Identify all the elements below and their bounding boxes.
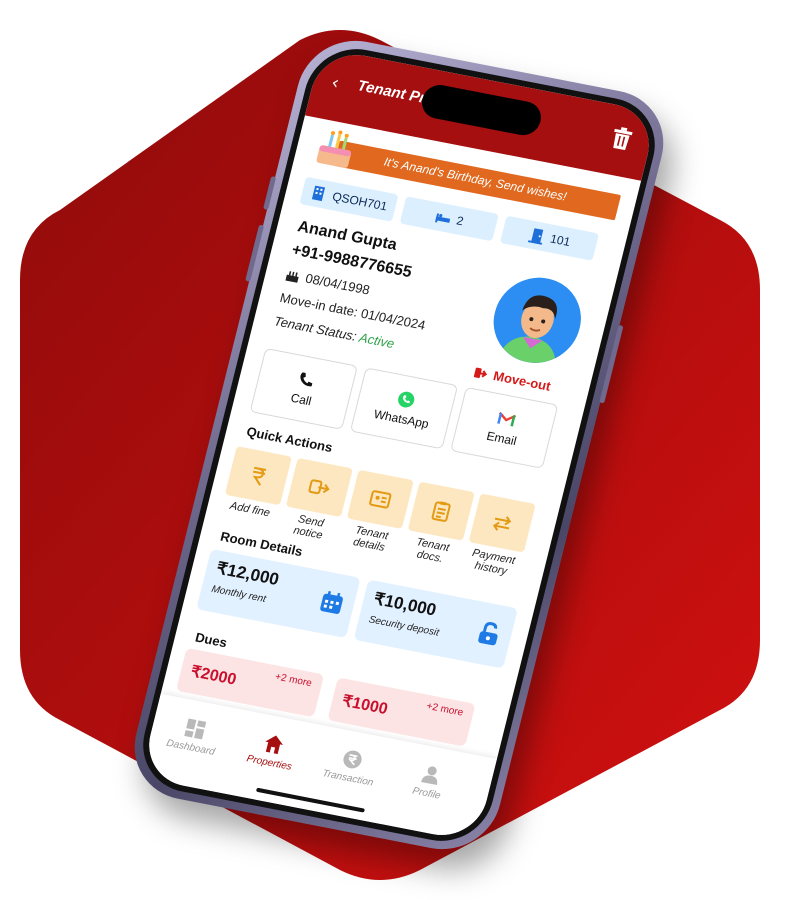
chip-label: QSOH701 (330, 189, 389, 214)
quick-action-label: Payment history (470, 547, 517, 578)
quick-action-tile (346, 469, 414, 529)
dashboard-icon (184, 718, 207, 740)
send-icon (308, 479, 330, 495)
whatsapp-icon (398, 391, 415, 408)
avatar (484, 270, 590, 371)
building-icon (312, 185, 326, 202)
chip-beds: 2 (399, 196, 499, 242)
id-card-icon (369, 490, 392, 509)
home-icon (265, 735, 283, 755)
whatsapp-button[interactable]: WhatsApp (349, 367, 459, 450)
security-deposit-card[interactable]: ₹10,000 Security deposit (353, 579, 518, 669)
gmail-icon (497, 411, 517, 427)
move-out-label: Move-out (491, 368, 553, 394)
email-button[interactable]: Email (450, 386, 559, 469)
nav-label: Properties (245, 753, 293, 773)
email-label: Email (485, 428, 519, 449)
trash-icon[interactable] (608, 125, 635, 152)
clipboard-icon (431, 501, 451, 522)
due-amount: ₹1000 (340, 692, 390, 719)
quick-action-tenant-docs[interactable]: Tenant docs. (401, 481, 475, 568)
avatar-illustration (484, 270, 590, 371)
door-icon (527, 228, 544, 245)
calendar-icon (320, 591, 343, 614)
person-icon (421, 766, 438, 786)
quick-action-tile (224, 446, 292, 506)
nav-dashboard[interactable]: Dashboard (152, 712, 235, 760)
birthday-cake-icon (285, 270, 299, 283)
quick-action-payment-history[interactable]: Payment history (462, 493, 536, 579)
whatsapp-label: WhatsApp (372, 406, 431, 432)
monthly-rent-label: Monthly rent (210, 583, 267, 605)
rupee-icon (252, 466, 267, 486)
quick-action-tile (468, 493, 536, 553)
tenant-dob-value: 08/04/1998 (303, 270, 372, 298)
move-out-button[interactable]: Move-out (472, 364, 553, 394)
nav-profile[interactable]: Profile (388, 758, 471, 806)
bed-icon (434, 213, 450, 223)
logout-icon (473, 367, 488, 378)
chip-property-code: QSOH701 (299, 176, 399, 222)
nav-label: Dashboard (165, 737, 216, 758)
quick-action-label: Tenant docs. (414, 536, 451, 566)
chip-label: 2 (455, 213, 466, 229)
dues-title: Dues (193, 629, 229, 651)
unlock-icon (478, 622, 498, 646)
quick-action-label: Add fine (228, 499, 272, 520)
nav-label: Transaction (321, 768, 375, 789)
quick-action-label: Send notice (292, 513, 325, 542)
dynamic-island (418, 82, 545, 139)
chip-label: 101 (548, 231, 572, 250)
quick-action-add-fine[interactable]: Add fine (221, 446, 292, 521)
due-more[interactable]: +2 more (274, 671, 313, 689)
quick-action-tenant-details[interactable]: Tenant details (340, 469, 414, 556)
quick-action-tile (407, 481, 475, 541)
chip-room: 101 (499, 215, 600, 261)
nav-properties[interactable]: Properties (231, 727, 314, 775)
nav-label: Profile (411, 785, 442, 802)
swap-icon (492, 516, 512, 531)
due-more[interactable]: +2 more (425, 701, 464, 719)
monthly-rent-card[interactable]: ₹12,000 Monthly rent (196, 548, 361, 639)
phone-icon (300, 372, 313, 387)
tenant-status-value: Active (357, 329, 397, 352)
due-amount: ₹2000 (188, 663, 239, 689)
call-button[interactable]: Call (249, 347, 358, 430)
quick-action-send-notice[interactable]: Send notice (279, 457, 353, 544)
chevron-left-icon[interactable]: ‹ (329, 72, 341, 94)
quick-action-label: Tenant details (351, 524, 390, 554)
rupee-coin-icon (343, 750, 362, 769)
nav-transaction[interactable]: Transaction (309, 743, 392, 791)
call-label: Call (289, 390, 313, 409)
quick-action-tile (285, 457, 353, 518)
